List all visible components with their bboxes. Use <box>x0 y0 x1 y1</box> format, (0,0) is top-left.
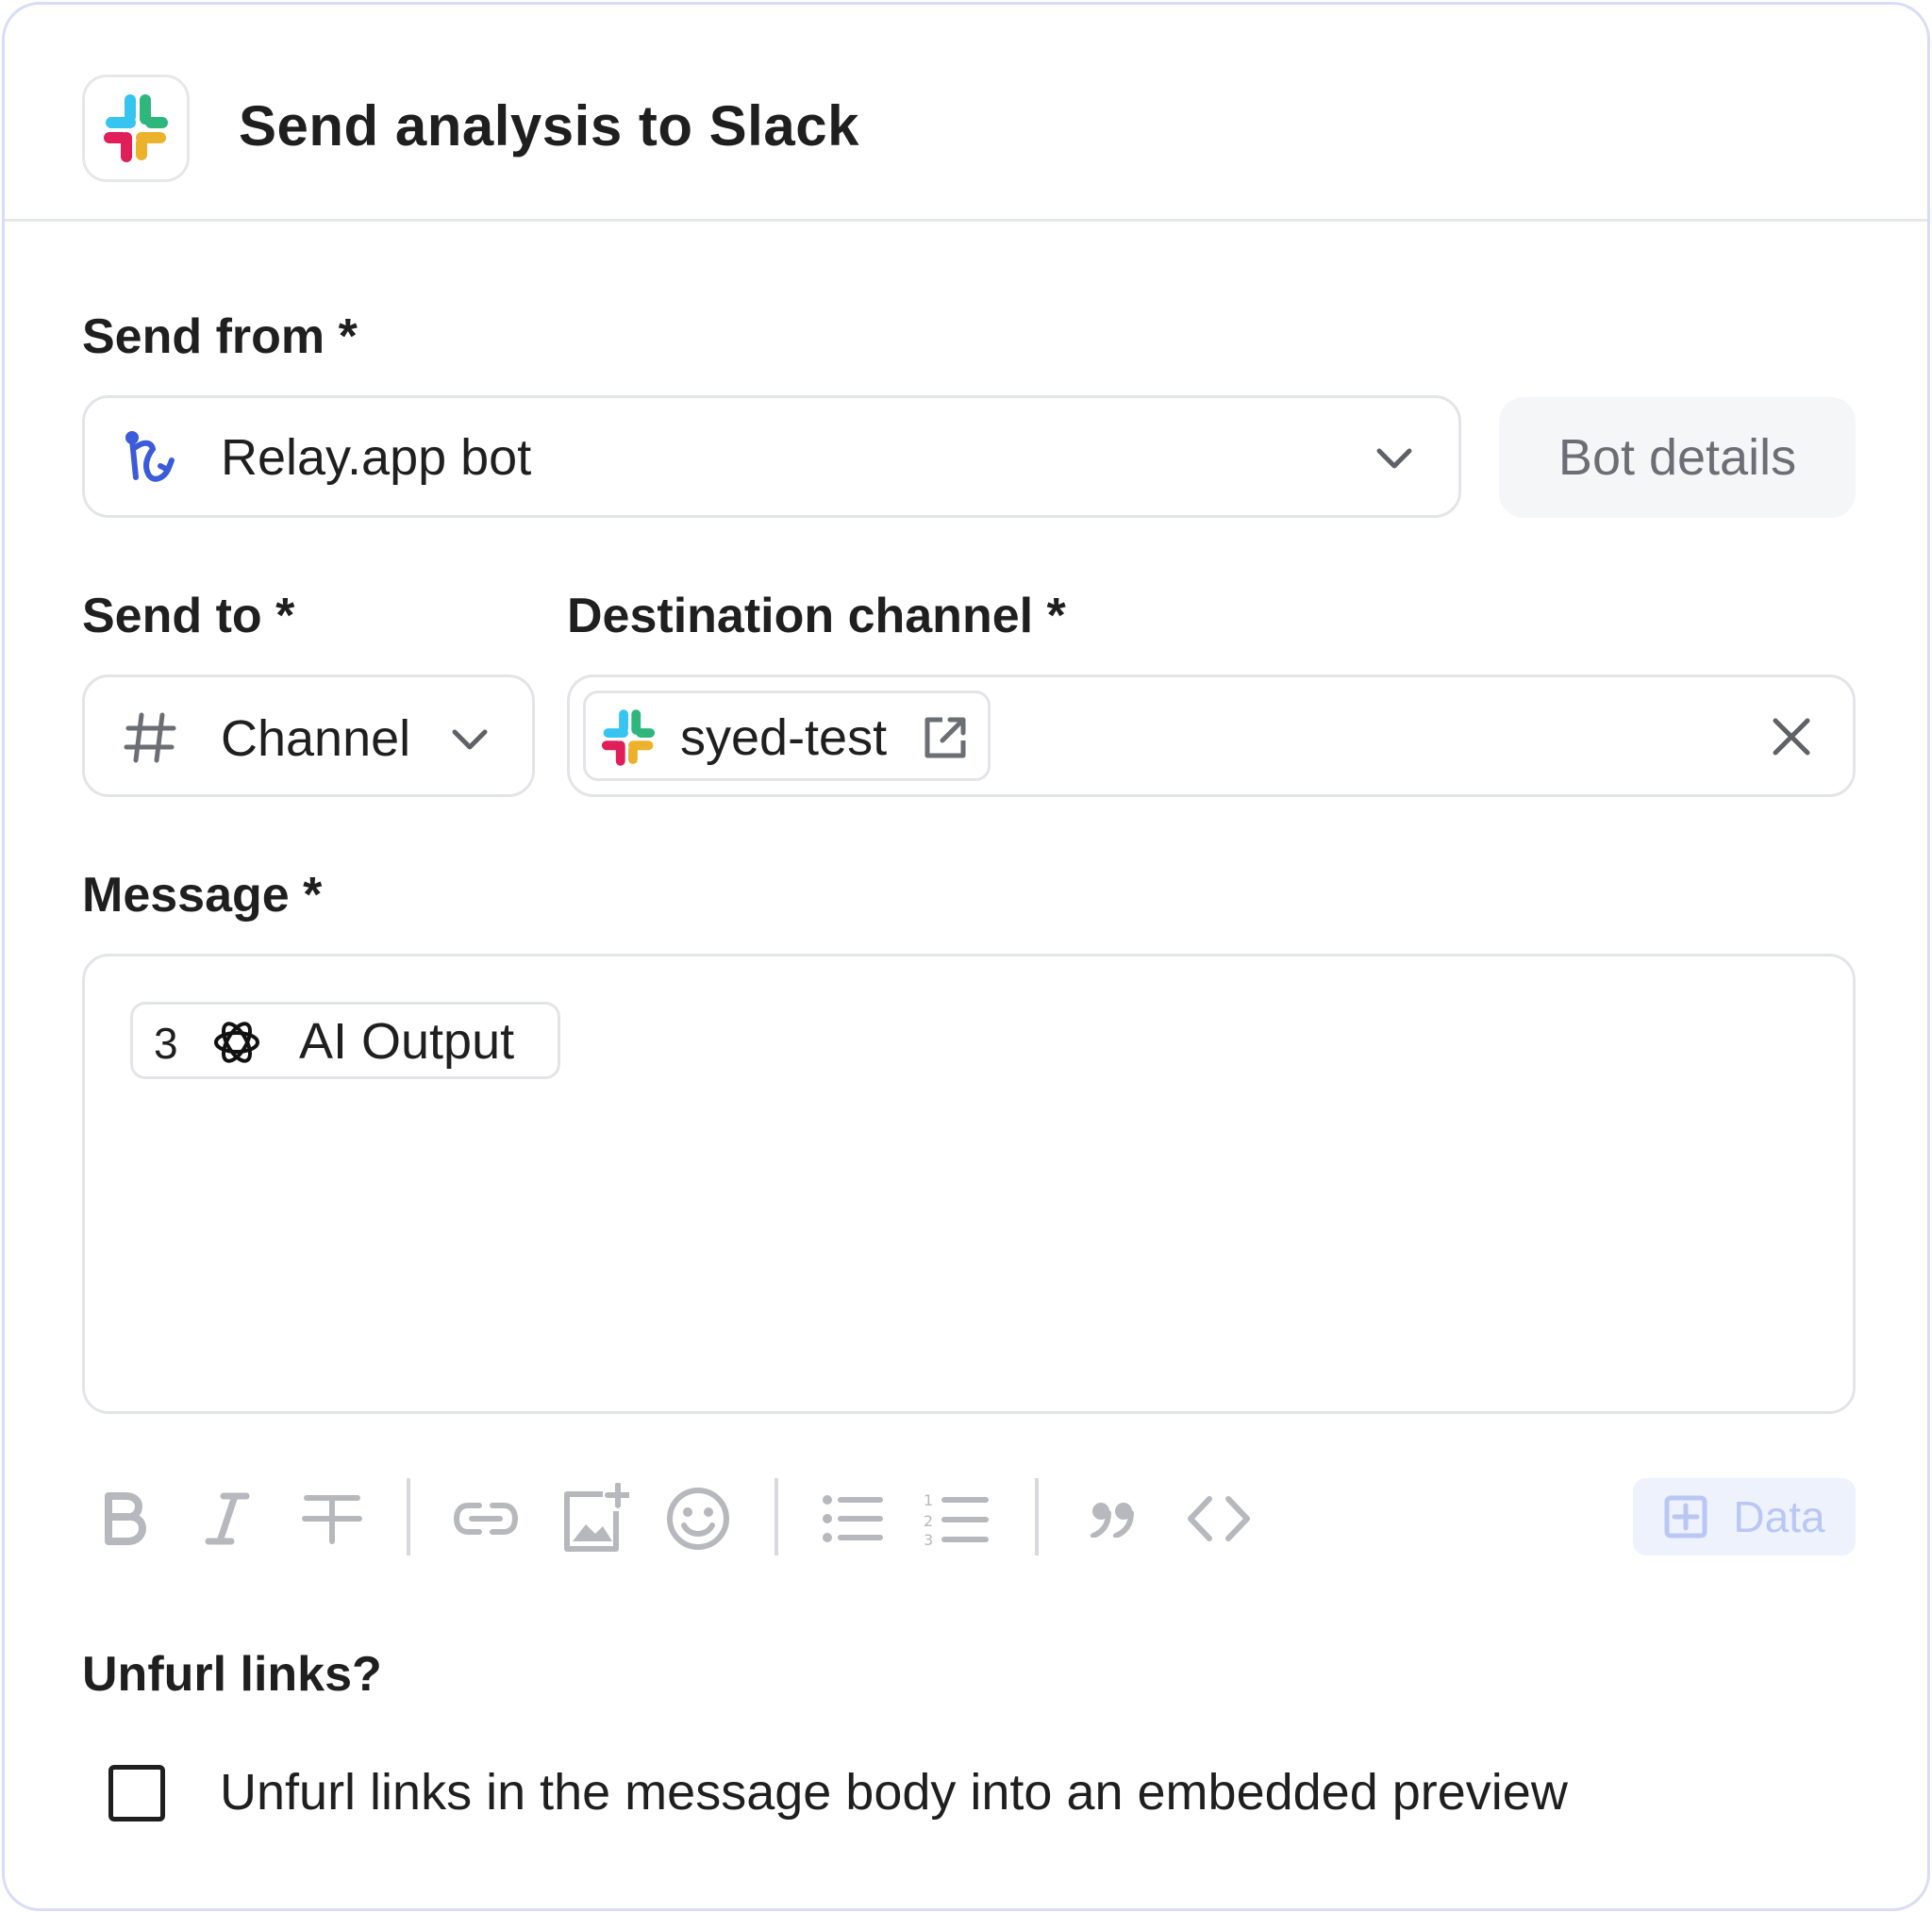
unfurl-links-label: Unfurl links? <box>82 1647 382 1702</box>
strikethrough-icon[interactable] <box>299 1476 365 1561</box>
send-from-label: Send from * <box>82 309 358 364</box>
unfurl-checkbox[interactable] <box>108 1765 165 1822</box>
italic-icon[interactable] <box>199 1476 256 1561</box>
relay-logo-icon <box>123 428 183 493</box>
channel-chip-label: syed-test <box>680 709 888 766</box>
send-to-select[interactable]: Channel <box>82 674 535 797</box>
openai-icon <box>208 1014 265 1075</box>
svg-text:1: 1 <box>924 1491 933 1509</box>
toolbar-divider <box>407 1478 410 1555</box>
svg-text:3: 3 <box>924 1531 933 1547</box>
destination-channel-label: Destination channel * <box>567 589 1066 643</box>
card-header: Send analysis to Slack <box>5 5 1927 222</box>
toolbar-divider <box>774 1478 778 1555</box>
slack-logo-icon <box>82 75 190 182</box>
code-icon[interactable] <box>1186 1476 1252 1561</box>
ai-output-chip[interactable]: 3 AI Output <box>130 1002 560 1079</box>
bold-icon[interactable] <box>95 1476 152 1561</box>
emoji-icon[interactable] <box>663 1476 733 1561</box>
chevron-down-icon <box>1374 438 1415 484</box>
close-icon[interactable] <box>1770 715 1813 763</box>
destination-channel-input[interactable]: syed-test <box>567 674 1856 797</box>
bot-details-button[interactable]: Bot details <box>1499 397 1856 518</box>
plus-square-icon <box>1663 1494 1708 1539</box>
step-number: 3 <box>154 1019 178 1068</box>
link-icon[interactable] <box>452 1476 520 1561</box>
message-label: Message * <box>82 868 323 923</box>
bullet-list-icon[interactable] <box>820 1476 886 1561</box>
slack-logo-icon <box>597 707 659 774</box>
send-to-label: Send to * <box>82 589 295 643</box>
send-from-select[interactable]: Relay.app bot <box>82 395 1461 518</box>
chevron-down-icon <box>449 719 491 765</box>
page-title: Send analysis to Slack <box>239 94 859 158</box>
ai-output-label: AI Output <box>299 1013 515 1070</box>
message-editor[interactable]: 3 AI Output <box>82 954 1856 1414</box>
external-link-icon[interactable] <box>922 714 969 766</box>
numbered-list-icon[interactable]: 1 23 <box>924 1476 990 1561</box>
hash-icon <box>123 709 179 771</box>
unfurl-checkbox-label[interactable]: Unfurl links in the message body into an… <box>220 1763 1568 1822</box>
send-to-value: Channel <box>221 710 411 767</box>
slack-step-card: Send analysis to Slack Send from * Relay… <box>2 2 1930 1911</box>
image-add-icon[interactable] <box>559 1476 631 1561</box>
quote-icon[interactable] <box>1088 1476 1139 1561</box>
send-from-value: Relay.app bot <box>221 429 532 486</box>
channel-chip[interactable]: syed-test <box>583 690 991 781</box>
svg-text:2: 2 <box>924 1512 933 1530</box>
data-button-label: Data <box>1733 1492 1825 1541</box>
toolbar-divider <box>1035 1478 1039 1555</box>
insert-data-button[interactable]: Data <box>1633 1478 1856 1555</box>
